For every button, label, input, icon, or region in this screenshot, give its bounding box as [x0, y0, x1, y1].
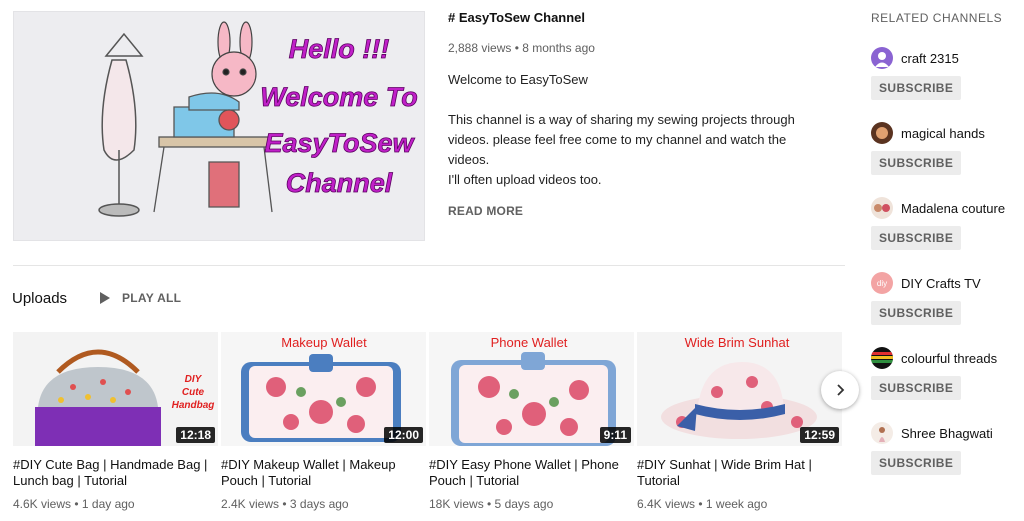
video-meta: 6.4K views • 1 week ago [637, 497, 768, 511]
related-channel: colourful threads SUBSCRIBE [871, 347, 1021, 400]
subscribe-button[interactable]: SUBSCRIBE [871, 301, 962, 325]
uploads-video-list: DIY Cute Handbag 12:18 #DIY Cute Bag | H… [13, 332, 842, 511]
svg-text:Welcome To: Welcome To [260, 82, 418, 112]
video-duration: 9:11 [599, 427, 631, 443]
svg-text:Makeup Wallet: Makeup Wallet [281, 335, 367, 350]
featured-video-description: Welcome to EasyToSew This channel is a w… [448, 72, 795, 187]
channel-name[interactable]: DIY Crafts TV [901, 276, 981, 291]
related-channel: craft 2315 SUBSCRIBE [871, 47, 1021, 100]
featured-video-meta: 2,888 views • 8 months ago [448, 41, 595, 55]
featured-thumbnail-art: Hello !!! Welcome To EasyToSew Channel [14, 12, 424, 240]
channel-link[interactable]: colourful threads [871, 347, 1021, 369]
uploads-shelf-title[interactable]: Uploads [12, 290, 67, 307]
play-icon [100, 292, 110, 304]
video-card[interactable]: Phone Wallet 9:11 #DIY Easy Phone Wallet… [429, 332, 634, 511]
svg-text:Wide Brim Sunhat: Wide Brim Sunhat [685, 335, 790, 350]
svg-text:Hello !!!: Hello !!! [289, 34, 390, 64]
subscribe-button[interactable]: SUBSCRIBE [871, 376, 962, 400]
channel-avatar[interactable] [871, 197, 893, 219]
related-channel: Madalena couture SUBSCRIBE [871, 197, 1021, 250]
channel-link[interactable]: Shree Bhagwati [871, 422, 1021, 444]
video-meta: 2.4K views • 3 days ago [221, 497, 349, 511]
channel-name[interactable]: colourful threads [901, 351, 997, 366]
video-thumbnail[interactable]: Phone Wallet 9:11 [429, 332, 634, 446]
svg-text:DIY: DIY [185, 374, 203, 385]
featured-video-info: # EasyToSew Channel 2,888 views • 8 mont… [448, 10, 828, 218]
play-all-label: PLAY ALL [122, 291, 182, 305]
channel-name[interactable]: magical hands [901, 126, 985, 141]
video-title[interactable]: #DIY Easy Phone Wallet | Phone Pouch | T… [429, 457, 624, 489]
subscribe-button[interactable]: SUBSCRIBE [871, 226, 962, 250]
video-card[interactable]: Makeup Wallet 12:00 #DIY Makeup Wallet |… [221, 332, 426, 511]
svg-text:Handbag: Handbag [172, 400, 215, 411]
video-card[interactable]: DIY Cute Handbag 12:18 #DIY Cute Bag | H… [13, 332, 218, 511]
play-all-button[interactable]: PLAY ALL [100, 291, 181, 305]
video-thumbnail[interactable]: DIY Cute Handbag 12:18 [13, 332, 218, 446]
video-duration: 12:00 [384, 427, 423, 443]
video-title[interactable]: #DIY Makeup Wallet | Makeup Pouch | Tuto… [221, 457, 416, 489]
video-thumbnail[interactable]: Wide Brim Sunhat 12:59 [637, 332, 842, 446]
svg-text:Phone Wallet: Phone Wallet [491, 335, 568, 350]
channel-name[interactable]: Shree Bhagwati [901, 426, 993, 441]
video-meta: 4.6K views • 1 day ago [13, 497, 135, 511]
channel-link[interactable]: Madalena couture [871, 197, 1021, 219]
video-title[interactable]: #DIY Cute Bag | Handmade Bag | Lunch bag… [13, 457, 208, 489]
featured-video-title[interactable]: # EasyToSew Channel [448, 10, 828, 25]
read-more-link[interactable]: READ MORE [448, 204, 828, 218]
related-channel: diy DIY Crafts TV SUBSCRIBE [871, 272, 1021, 325]
channel-avatar[interactable] [871, 347, 893, 369]
featured-video-thumbnail[interactable]: Hello !!! Welcome To EasyToSew Channel [13, 11, 425, 241]
shelf-next-button[interactable] [821, 371, 859, 409]
video-duration: 12:59 [800, 427, 839, 443]
related-channels-panel: RELATED CHANNELS craft 2315 SUBSCRIBE ma… [871, 11, 1021, 475]
channel-avatar[interactable] [871, 47, 893, 69]
related-channels-heading: RELATED CHANNELS [871, 11, 1003, 25]
section-divider [13, 265, 845, 266]
subscribe-button[interactable]: SUBSCRIBE [871, 451, 962, 475]
channel-avatar[interactable] [871, 422, 893, 444]
svg-text:Channel: Channel [286, 168, 393, 198]
channel-avatar[interactable]: diy [871, 272, 893, 294]
channel-link[interactable]: diy DIY Crafts TV [871, 272, 1021, 294]
video-thumbnail[interactable]: Makeup Wallet 12:00 [221, 332, 426, 446]
channel-name[interactable]: craft 2315 [901, 51, 959, 66]
subscribe-button[interactable]: SUBSCRIBE [871, 76, 962, 100]
svg-text:Cute: Cute [182, 387, 205, 398]
svg-text:diy: diy [877, 279, 887, 288]
channel-link[interactable]: craft 2315 [871, 47, 1021, 69]
related-channel: Shree Bhagwati SUBSCRIBE [871, 422, 1021, 475]
video-card[interactable]: Wide Brim Sunhat 12:59 #DIY Sunhat | Wid… [637, 332, 842, 511]
video-duration: 12:18 [176, 427, 215, 443]
chevron-right-icon [837, 384, 845, 396]
channel-avatar[interactable] [871, 122, 893, 144]
channel-link[interactable]: magical hands [871, 122, 1021, 144]
related-channel: magical hands SUBSCRIBE [871, 122, 1021, 175]
svg-text:EasyToSew: EasyToSew [264, 128, 415, 158]
video-meta: 18K views • 5 days ago [429, 497, 554, 511]
channel-name[interactable]: Madalena couture [901, 201, 1005, 216]
subscribe-button[interactable]: SUBSCRIBE [871, 151, 962, 175]
video-title[interactable]: #DIY Sunhat | Wide Brim Hat | Tutorial [637, 457, 832, 489]
